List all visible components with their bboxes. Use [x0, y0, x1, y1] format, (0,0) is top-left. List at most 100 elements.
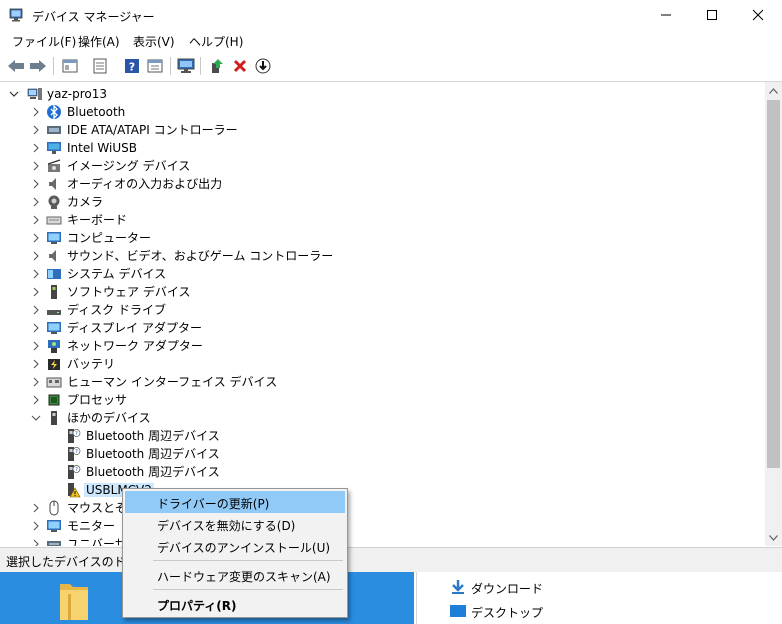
expand-chevron-icon[interactable] [30, 247, 42, 265]
view-button[interactable] [145, 56, 165, 76]
scroll-down-button[interactable] [765, 529, 782, 546]
tree-category-label: コンピューター [67, 231, 152, 245]
show-hide-tree-icon [62, 59, 78, 73]
chevron-up-icon [769, 87, 778, 94]
close-button[interactable] [735, 0, 781, 30]
tree-device-label: Bluetooth 周辺デバイス [86, 447, 220, 461]
context-properties[interactable]: プロパティ(R) [125, 593, 345, 615]
back-button[interactable] [6, 56, 26, 76]
forward-icon [30, 60, 46, 72]
minimize-icon [661, 14, 671, 16]
quick-access-downloads[interactable]: ダウンロード [471, 580, 543, 597]
expand-chevron-icon[interactable] [30, 121, 42, 139]
tree-category-label: モニター [67, 519, 116, 533]
download-arrow-icon [452, 580, 464, 594]
monitor-icon [47, 520, 61, 532]
title-bar: デバイス マネージャー [0, 0, 782, 30]
quick-access-pane: ダウンロード デスクトップ [416, 572, 782, 624]
collapse-chevron-icon[interactable] [8, 85, 20, 103]
device-manager-window: デバイス マネージャー ファイル(F) 操作(A) 表示(V) ヘルプ(H) ?… [0, 0, 782, 572]
context-uninstall-device[interactable]: デバイスのアンインストール(U) [125, 535, 345, 557]
disk-drive-icon [47, 310, 61, 315]
unknown-device-icon: ? [68, 465, 81, 479]
context-item-label: ドライバーの更新(P) [157, 497, 270, 511]
context-scan-hardware[interactable]: ハードウェア変更のスキャン(A) [125, 564, 345, 586]
expand-chevron-icon[interactable] [30, 139, 42, 157]
expand-chevron-icon[interactable] [30, 319, 42, 337]
tree-root-label: yaz-pro13 [47, 87, 107, 101]
download-button[interactable] [253, 56, 273, 76]
scroll-up-button[interactable] [765, 82, 782, 99]
tree-device-label: Bluetooth 周辺デバイス [86, 429, 220, 443]
network-adapter-icon [48, 340, 60, 353]
context-menu: ドライバーの更新(P) デバイスを無効にする(D) デバイスのアンインストール(… [122, 488, 348, 618]
speaker-icon [49, 178, 56, 190]
context-disable-device[interactable]: デバイスを無効にする(D) [125, 513, 345, 535]
expand-chevron-icon[interactable] [30, 373, 42, 391]
menu-action[interactable]: 操作(A) [78, 33, 120, 50]
expand-chevron-icon[interactable] [30, 391, 42, 409]
tree-category-label: Bluetooth [67, 105, 126, 119]
update-driver-button[interactable] [207, 56, 227, 76]
maximize-button[interactable] [689, 0, 735, 30]
expand-chevron-icon[interactable] [30, 499, 42, 517]
tree-category-label: オーディオの入力および出力 [67, 177, 223, 191]
computer-root-icon [27, 88, 42, 100]
menu-bar: ファイル(F) 操作(A) 表示(V) ヘルプ(H) [0, 31, 782, 51]
context-item-label: デバイスのアンインストール(U) [157, 541, 331, 555]
context-update-driver[interactable]: ドライバーの更新(P) [125, 491, 345, 513]
show-hide-tree-button[interactable] [60, 56, 80, 76]
device-manager-icon [9, 8, 23, 22]
scroll-thumb[interactable] [767, 100, 780, 468]
sound-icon [49, 250, 56, 262]
svg-text:?: ? [75, 467, 78, 473]
expand-chevron-icon[interactable] [30, 229, 42, 247]
tree-category-label: ヒューマン インターフェイス デバイス [67, 375, 278, 389]
imaging-device-icon [47, 159, 61, 172]
properties-button[interactable] [90, 56, 110, 76]
system-device-icon [47, 269, 61, 279]
expand-chevron-icon[interactable] [30, 175, 42, 193]
maximize-icon [707, 10, 717, 20]
collapse-chevron-icon[interactable] [30, 409, 42, 427]
tree-category-label: イメージング デバイス [67, 159, 191, 173]
computer-icon [47, 232, 61, 244]
forward-button[interactable] [28, 56, 48, 76]
context-separator [153, 589, 343, 590]
menu-view[interactable]: 表示(V) [133, 33, 175, 50]
vertical-scrollbar[interactable] [765, 82, 782, 546]
tree-category-label: プロセッサ [67, 393, 128, 407]
tree-category-label: カメラ [67, 195, 104, 209]
expand-chevron-icon[interactable] [30, 355, 42, 373]
toolbar-separator [170, 57, 171, 75]
desktop-icon [450, 605, 466, 617]
help-button[interactable]: ? [122, 56, 142, 76]
menu-help[interactable]: ヘルプ(H) [189, 33, 243, 50]
download-icon [255, 58, 271, 74]
warning-device-icon [68, 483, 81, 498]
status-bar: 選択したデバイスのドライバ [0, 547, 782, 572]
expand-chevron-icon[interactable] [30, 265, 42, 283]
expand-chevron-icon[interactable] [30, 283, 42, 301]
expand-chevron-icon[interactable] [30, 301, 42, 319]
expand-chevron-icon[interactable] [30, 535, 42, 546]
unknown-device-icon: ? [68, 429, 81, 443]
quick-access-desktop[interactable]: デスクトップ [471, 604, 543, 621]
expand-chevron-icon[interactable] [30, 157, 42, 175]
tree-category-label: ディスプレイ アダプター [67, 321, 202, 335]
expand-chevron-icon[interactable] [30, 193, 42, 211]
scan-button[interactable] [176, 56, 196, 76]
expand-chevron-icon[interactable] [30, 103, 42, 121]
uninstall-icon [233, 59, 247, 73]
expand-chevron-icon[interactable] [30, 517, 42, 535]
expand-chevron-icon[interactable] [30, 211, 42, 229]
menu-file[interactable]: ファイル(F) [12, 33, 76, 50]
tree-category-label: ソフトウェア デバイス [67, 285, 191, 299]
network-monitor-icon [47, 142, 61, 154]
battery-icon [48, 359, 60, 370]
chevron-down-icon [769, 534, 778, 541]
uninstall-button[interactable] [230, 56, 250, 76]
expand-chevron-icon[interactable] [30, 337, 42, 355]
minimize-button[interactable] [643, 0, 689, 30]
tree-category-label: Intel WiUSB [67, 141, 137, 155]
